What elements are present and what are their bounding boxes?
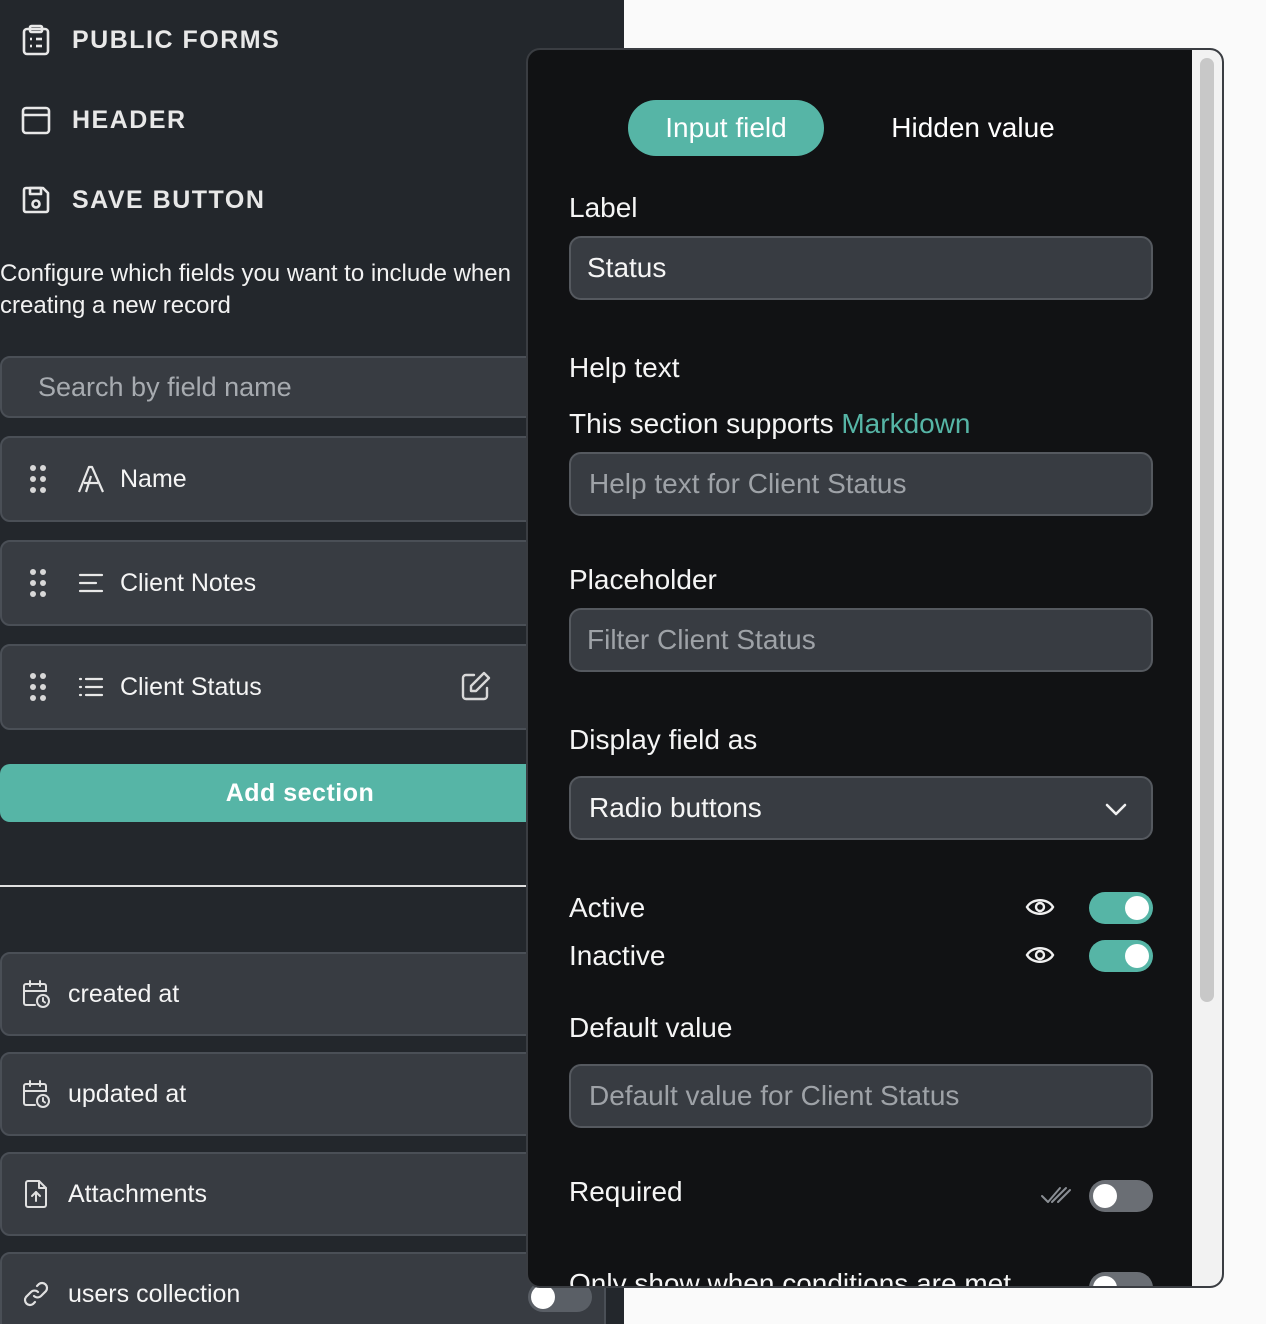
display-as-value: Radio buttons <box>589 792 762 823</box>
meta-card-attachments[interactable]: Attachments <box>0 1152 606 1236</box>
clipboard-list-icon <box>20 24 52 56</box>
field-name: Name <box>120 464 187 493</box>
save-floppy-icon <box>20 184 52 216</box>
form-description: Configure which fields you want to inclu… <box>0 260 511 319</box>
section-divider <box>0 885 600 887</box>
chevron-down-icon <box>1103 796 1129 822</box>
tab-input-field[interactable]: Input field <box>628 100 824 156</box>
option-label: Inactive <box>569 940 666 971</box>
tab-hidden-value[interactable]: Hidden value <box>858 100 1088 156</box>
list-icon <box>74 670 108 704</box>
nav-save-button[interactable]: SAVE BUTTON <box>0 170 265 230</box>
required-toggle[interactable] <box>1089 1180 1153 1212</box>
text-type-icon <box>74 462 108 496</box>
meta-field-name: updated at <box>68 1079 187 1108</box>
meta-field-name: users collection <box>68 1279 241 1308</box>
double-check-icon <box>1040 1184 1072 1211</box>
option-row-active: Active <box>569 888 1153 928</box>
eye-icon[interactable] <box>1025 940 1057 972</box>
link-icon <box>20 1278 52 1310</box>
markdown-note-text: This section supports <box>569 408 842 439</box>
label-field[interactable] <box>569 236 1153 300</box>
display-as-select[interactable]: Radio buttons <box>569 776 1153 840</box>
eye-icon[interactable] <box>1025 892 1057 924</box>
search-input[interactable] <box>36 370 598 404</box>
help-text-field[interactable] <box>569 452 1153 516</box>
markdown-note: This section supports Markdown <box>569 408 971 440</box>
option-inactive-toggle[interactable] <box>1089 940 1153 972</box>
meta-card-users-collection[interactable]: users collection <box>0 1252 606 1324</box>
placeholder-input[interactable] <box>585 623 1151 657</box>
scrollbar-thumb[interactable] <box>1200 58 1214 1002</box>
display-as-title: Display field as <box>569 724 758 755</box>
nav-public-forms[interactable]: PUBLIC FORMS <box>0 10 280 70</box>
long-text-icon <box>74 566 108 600</box>
calendar-clock-icon <box>20 978 52 1010</box>
nav-label: PUBLIC FORMS <box>72 25 281 54</box>
edit-icon[interactable] <box>460 670 496 706</box>
field-card-client-status[interactable]: Client Status <box>0 644 600 730</box>
markdown-link[interactable]: Markdown <box>841 408 970 439</box>
option-label: Active <box>569 892 646 923</box>
file-upload-icon <box>20 1178 52 1210</box>
placeholder-field[interactable] <box>569 608 1153 672</box>
default-value-title: Default value <box>569 1012 733 1043</box>
nav-label: HEADER <box>72 105 187 134</box>
window-header-icon <box>20 104 52 136</box>
field-settings-panel: Input field Hidden value Label Help text… <box>526 48 1224 1288</box>
help-text-title: Help text <box>569 352 680 383</box>
drag-handle-icon[interactable] <box>26 567 50 599</box>
required-label: Required <box>569 1176 683 1207</box>
help-text-input[interactable] <box>585 467 1151 501</box>
nav-label: SAVE BUTTON <box>72 185 266 214</box>
field-name: Client Notes <box>120 568 257 597</box>
meta-card-updated-at[interactable]: updated at <box>0 1052 606 1136</box>
label-input[interactable] <box>585 251 1151 285</box>
nav-header[interactable]: HEADER <box>0 90 187 150</box>
field-card-name[interactable]: Name <box>0 436 600 522</box>
drag-handle-icon[interactable] <box>26 671 50 703</box>
add-section-button[interactable]: Add section <box>0 764 600 822</box>
meta-field-name: created at <box>68 979 180 1008</box>
field-card-client-notes[interactable]: Client Notes <box>0 540 600 626</box>
placeholder-title: Placeholder <box>569 564 717 595</box>
default-value-input[interactable] <box>585 1079 1151 1113</box>
conditions-label: Only show when conditions are met <box>569 1268 1011 1288</box>
calendar-clock-icon <box>20 1078 52 1110</box>
default-value-field[interactable] <box>569 1064 1153 1128</box>
label-title: Label <box>569 192 638 223</box>
field-name: Client Status <box>120 672 262 701</box>
meta-field-name: Attachments <box>68 1179 207 1208</box>
meta-card-created-at[interactable]: created at <box>0 952 606 1036</box>
field-search[interactable] <box>0 356 600 418</box>
option-active-toggle[interactable] <box>1089 892 1153 924</box>
conditions-toggle[interactable] <box>1089 1272 1153 1286</box>
option-row-inactive: Inactive <box>569 936 1153 976</box>
drag-handle-icon[interactable] <box>26 463 50 495</box>
